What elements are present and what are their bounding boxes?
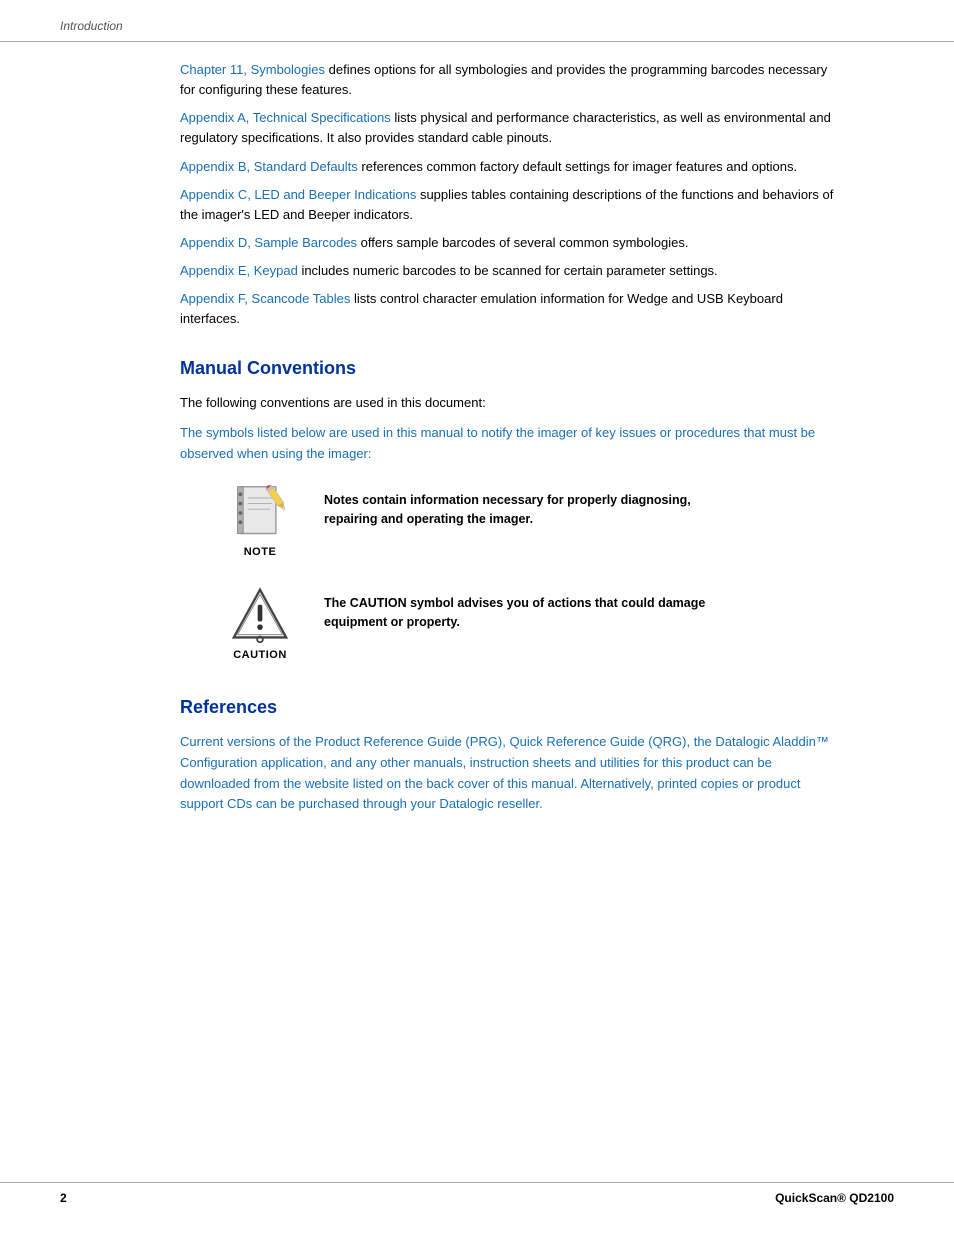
- toc-item-7: Appendix F, Scancode Tables lists contro…: [180, 289, 834, 329]
- toc-item-6: Appendix E, Keypad includes numeric barc…: [180, 261, 834, 281]
- toc-item-5: Appendix D, Sample Barcodes offers sampl…: [180, 233, 834, 253]
- breadcrumb: Introduction: [60, 19, 123, 33]
- toc-item-2: Appendix A, Technical Specifications lis…: [180, 108, 834, 148]
- toc-item-6-text: includes numeric barcodes to be scanned …: [301, 263, 717, 278]
- chapter11-link[interactable]: Chapter 11, Symbologies: [180, 62, 325, 77]
- toc-list: Chapter 11, Symbologies defines options …: [180, 60, 834, 330]
- caution-icon: [231, 586, 289, 644]
- toc-item-1: Chapter 11, Symbologies defines options …: [180, 60, 834, 100]
- references-section: References Current versions of the Produ…: [180, 697, 834, 815]
- toc-item-3-text: references common factory default settin…: [361, 159, 797, 174]
- manual-conventions-intro: The following conventions are used in th…: [180, 393, 834, 414]
- appendixe-link[interactable]: Appendix E, Keypad: [180, 263, 298, 278]
- caution-icon-area: CAUTION: [220, 586, 300, 661]
- toc-item-5-text: offers sample barcodes of several common…: [361, 235, 689, 250]
- note-label: NOTE: [244, 546, 277, 558]
- appendixc-link[interactable]: Appendix C, LED and Beeper Indications: [180, 187, 416, 202]
- symbols-text: The symbols listed below are used in thi…: [180, 423, 834, 465]
- appendixb-link[interactable]: Appendix B, Standard Defaults: [180, 159, 358, 174]
- note-icon: [233, 483, 287, 541]
- caution-block: CAUTION The CAUTION symbol advises you o…: [220, 586, 834, 661]
- footer-page-number: 2: [60, 1191, 67, 1205]
- note-icon-area: NOTE: [220, 483, 300, 558]
- appendixa-link[interactable]: Appendix A, Technical Specifications: [180, 110, 391, 125]
- caution-label: CAUTION: [233, 649, 287, 661]
- manual-conventions-heading: Manual Conventions: [180, 358, 834, 379]
- page-footer: 2 QuickScan® QD2100: [0, 1182, 954, 1213]
- toc-item-4: Appendix C, LED and Beeper Indications s…: [180, 185, 834, 225]
- footer-product-name: QuickScan® QD2100: [775, 1191, 894, 1205]
- references-heading: References: [180, 697, 834, 718]
- appendixd-link[interactable]: Appendix D, Sample Barcodes: [180, 235, 357, 250]
- appendixf-link[interactable]: Appendix F, Scancode Tables: [180, 291, 350, 306]
- toc-item-3: Appendix B, Standard Defaults references…: [180, 157, 834, 177]
- note-block: NOTE Notes contain information necessary…: [220, 483, 834, 558]
- page-header: Introduction: [0, 0, 954, 42]
- main-content: Chapter 11, Symbologies defines options …: [0, 42, 954, 853]
- page: Introduction Chapter 11, Symbologies def…: [0, 0, 954, 1235]
- manual-conventions-section: Manual Conventions The following convent…: [180, 358, 834, 661]
- note-text: Notes contain information necessary for …: [324, 483, 744, 530]
- references-text: Current versions of the Product Referenc…: [180, 732, 834, 815]
- caution-text: The CAUTION symbol advises you of action…: [324, 586, 744, 633]
